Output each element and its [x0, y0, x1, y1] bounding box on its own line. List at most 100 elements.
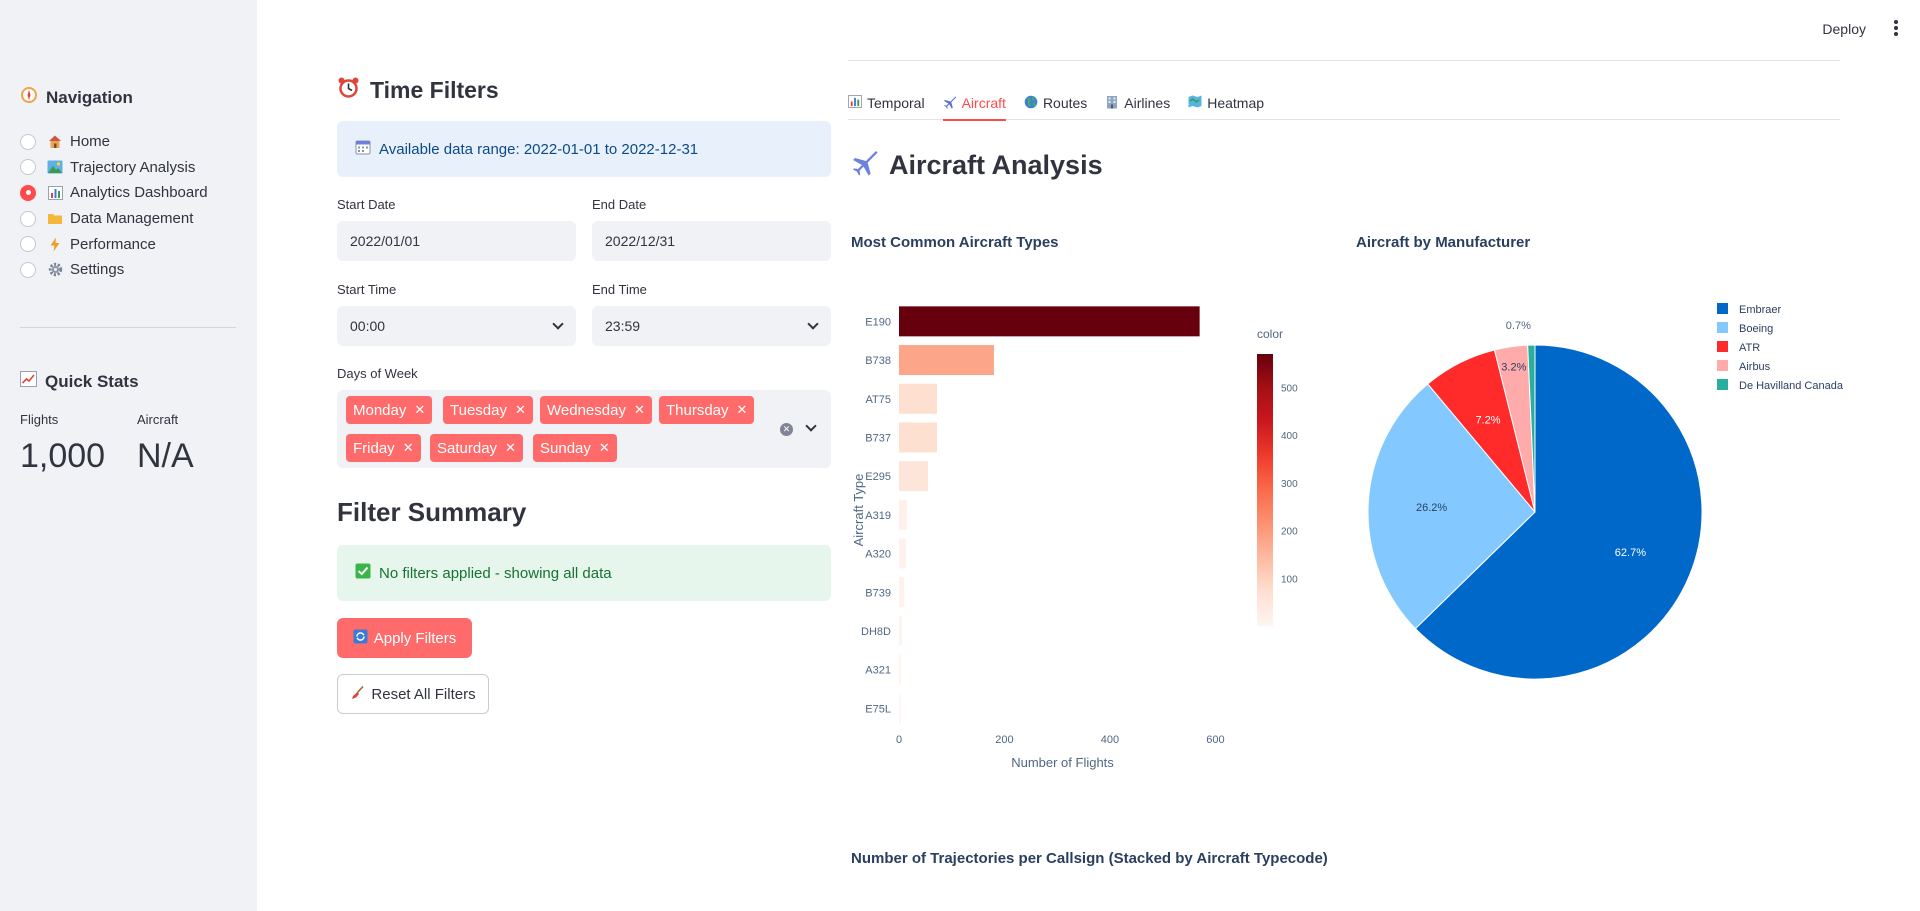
remove-tag-icon[interactable]: ✕ — [414, 402, 425, 418]
bar-b739 — [899, 577, 905, 608]
pie-slice-label: 3.2% — [1501, 362, 1526, 374]
legend-label: Embraer — [1739, 304, 1782, 316]
y-tick-label: B737 — [865, 432, 891, 444]
bar-chart-icon — [848, 95, 862, 111]
day-tag-sunday[interactable]: Sunday ✕ — [533, 434, 617, 462]
y-tick-label: AT75 — [866, 394, 891, 406]
remove-tag-icon[interactable]: ✕ — [505, 440, 516, 456]
y-tick-label: DH8D — [861, 626, 891, 638]
tab-routes[interactable]: Routes — [1024, 86, 1087, 120]
gear-icon — [46, 262, 64, 278]
bar-e75l — [899, 693, 901, 724]
aircraft-analysis-header: Aircraft Analysis — [851, 148, 1103, 183]
nav-item-settings[interactable]: Settings — [20, 257, 208, 283]
remove-tag-icon[interactable]: ✕ — [403, 440, 414, 456]
navigation-header: Navigation — [20, 86, 133, 109]
bar-b738 — [899, 345, 994, 376]
select-value: 00:00 — [350, 318, 386, 334]
tag-label: Wednesday — [547, 401, 626, 419]
sidebar: Navigation Home Trajectory Analysis Anal… — [0, 0, 257, 911]
x-tick-label: 0 — [896, 734, 902, 746]
end-time-select[interactable]: 23:59 — [592, 306, 831, 346]
bar-a319 — [899, 499, 907, 530]
data-range-info: Available data range: 2022-01-01 to 2022… — [337, 121, 831, 177]
radio-button-selected[interactable] — [20, 184, 36, 201]
y-tick-label: B738 — [865, 355, 891, 367]
nav-label: Performance — [70, 235, 156, 253]
colorbar-tick-label: 300 — [1281, 479, 1298, 490]
tab-label: Aircraft — [961, 95, 1006, 111]
days-of-week-multiselect[interactable]: Monday ✕ Tuesday ✕ Wednesday ✕ Thursday ✕ Fr… — [337, 390, 831, 468]
apply-filters-button[interactable]: Apply Filters — [337, 618, 472, 658]
tab-label: Heatmap — [1207, 95, 1265, 111]
tab-aircraft[interactable]: Aircraft — [942, 86, 1007, 121]
remove-tag-icon[interactable]: ✕ — [737, 402, 748, 418]
summary-text: No filters applied - showing all data — [379, 564, 612, 582]
y-axis-label: Aircraft Type — [851, 474, 866, 547]
colorbar-gradient — [1257, 354, 1273, 626]
start-date-input[interactable]: 2022/01/01 — [337, 221, 576, 261]
legend-swatch — [1717, 360, 1728, 371]
radio-button[interactable] — [20, 261, 36, 278]
y-tick-label: A320 — [865, 549, 891, 561]
reset-filters-label: Reset All Filters — [371, 685, 476, 703]
day-tag-monday[interactable]: Monday ✕ — [346, 396, 433, 424]
tab-label: Routes — [1042, 95, 1088, 111]
day-tag-thursday[interactable]: Thursday ✕ — [659, 396, 755, 424]
nav-item-trajectory-analysis[interactable]: Trajectory Analysis — [20, 155, 208, 181]
y-tick-label: A319 — [865, 510, 891, 522]
nav-item-home[interactable]: Home — [20, 129, 208, 155]
day-tag-wednesday[interactable]: Wednesday ✕ — [540, 396, 652, 424]
remove-tag-icon[interactable]: ✕ — [634, 402, 645, 418]
navigation-title: Navigation — [46, 87, 133, 107]
radio-button[interactable] — [20, 133, 36, 150]
time-filters-header: Time Filters — [337, 76, 499, 105]
office-building-icon — [1105, 95, 1119, 112]
day-tag-friday[interactable]: Friday ✕ — [346, 434, 421, 462]
clear-all-icon[interactable]: ✕ — [780, 423, 793, 436]
radio-button[interactable] — [20, 159, 36, 176]
remove-tag-icon[interactable]: ✕ — [515, 402, 526, 418]
metric-value: N/A — [137, 437, 194, 475]
tab-label: Temporal — [867, 95, 925, 111]
chevron-down-icon — [807, 318, 819, 330]
map-icon — [1188, 95, 1202, 111]
tab-airlines[interactable]: Airlines — [1105, 86, 1170, 120]
compass-icon — [20, 86, 38, 109]
colorbar-tick-label: 200 — [1281, 527, 1298, 538]
x-tick-label: 400 — [1101, 734, 1119, 746]
legend-label: ATR — [1739, 342, 1760, 354]
remove-tag-icon[interactable]: ✕ — [599, 440, 610, 456]
end-date-input[interactable]: 2022/12/31 — [592, 221, 831, 261]
pie-chart-title: Aircraft by Manufacturer — [1356, 234, 1531, 251]
legend-swatch — [1717, 341, 1728, 352]
pie-slice-label: 26.2% — [1416, 502, 1447, 514]
nav-item-data-management[interactable]: Data Management — [20, 206, 208, 232]
more-menu-icon[interactable] — [1894, 20, 1898, 38]
chevron-down-icon[interactable] — [805, 420, 817, 432]
tab-heatmap[interactable]: Heatmap — [1188, 86, 1264, 120]
tag-label: Tuesday — [450, 401, 507, 419]
colorbar: color 100 200 300 400 500 — [1257, 327, 1298, 626]
reset-filters-button[interactable]: Reset All Filters — [337, 674, 489, 714]
tab-temporal[interactable]: Temporal — [848, 86, 925, 120]
day-tag-saturday[interactable]: Saturday ✕ — [430, 434, 523, 462]
day-tag-tuesday[interactable]: Tuesday ✕ — [443, 396, 533, 424]
y-tick-label: E295 — [865, 471, 891, 483]
analysis-tabs: Temporal Aircraft Routes Airlines Heatma… — [848, 86, 1840, 121]
colorbar-tick-label: 500 — [1281, 383, 1298, 394]
globe-icon — [1024, 95, 1038, 112]
filter-summary-status: No filters applied - showing all data — [337, 545, 831, 601]
stacked-chart-title: Number of Trajectories per Callsign (Sta… — [851, 850, 1328, 867]
legend-label: Boeing — [1739, 323, 1773, 335]
check-box-icon — [355, 563, 371, 583]
nav-item-performance[interactable]: Performance — [20, 231, 208, 257]
start-time-select[interactable]: 00:00 — [337, 306, 576, 346]
nav-item-analytics-dashboard[interactable]: Analytics Dashboard — [20, 180, 208, 206]
radio-button[interactable] — [20, 210, 36, 227]
chevron-down-icon — [552, 318, 564, 330]
radio-button[interactable] — [20, 236, 36, 253]
y-tick-label: E75L — [865, 703, 891, 715]
legend-swatch — [1717, 322, 1728, 333]
deploy-button[interactable]: Deploy — [1822, 21, 1866, 37]
